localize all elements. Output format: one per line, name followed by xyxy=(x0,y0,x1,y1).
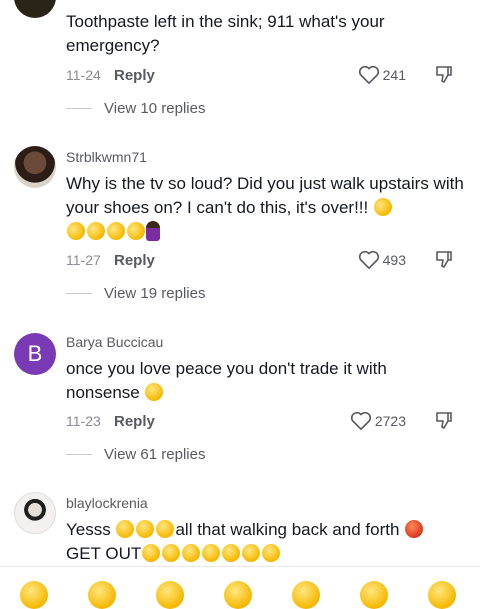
reply-button[interactable]: Reply xyxy=(114,252,155,269)
tears-of-joy-emoji-icon xyxy=(242,544,261,562)
comment-meta: 11-24 Reply 241 xyxy=(66,65,460,85)
avatar[interactable]: B xyxy=(14,333,56,375)
view-replies-label: View 10 replies xyxy=(104,100,206,117)
tears-of-joy-emoji-icon xyxy=(202,544,221,562)
dislike-button[interactable] xyxy=(434,249,454,272)
comment-date: 11-24 xyxy=(66,67,101,83)
rolling-laughing-emoji-icon xyxy=(104,219,128,243)
rolling-laughing-emoji-icon xyxy=(64,219,88,243)
tears-of-joy-emoji-icon xyxy=(156,520,175,538)
comment-text: Toothpaste left in the sink; 911 what's … xyxy=(66,12,385,55)
comment-date: 11-23 xyxy=(66,413,101,429)
comment-text-part: GET OUT xyxy=(66,544,142,563)
tears-of-joy-emoji-icon xyxy=(162,544,181,562)
avatar[interactable] xyxy=(14,146,56,188)
heart-outline-icon xyxy=(358,250,379,269)
reply-button[interactable]: Reply xyxy=(114,413,155,430)
comment-text-part: all that walking back and forth xyxy=(175,520,400,539)
avatar[interactable] xyxy=(14,492,56,534)
like-count: 2723 xyxy=(374,413,406,429)
comment-text-body: Why is the tv so loud? Did you just walk… xyxy=(66,174,464,217)
comment-text: Why is the tv so loud? Did you just walk… xyxy=(64,172,466,244)
rolling-laughing-emoji-icon xyxy=(371,195,395,219)
pleading-emoji-icon[interactable] xyxy=(428,581,456,609)
avatar-letter: B xyxy=(27,341,43,366)
person-shrugging-emoji-icon xyxy=(146,221,160,241)
view-replies-button[interactable]: View 10 replies xyxy=(66,100,205,117)
flushed-emoji-icon[interactable] xyxy=(224,581,252,609)
tears-of-joy-emoji-icon[interactable] xyxy=(156,581,184,609)
like-button[interactable]: 493 xyxy=(358,250,406,270)
tears-of-joy-emoji-icon xyxy=(136,520,155,538)
cursing-face-emoji-icon xyxy=(405,520,424,538)
like-button[interactable]: 241 xyxy=(358,65,406,85)
comment-text-part: Yesss xyxy=(66,520,111,539)
comment-username[interactable]: Barya Buccicau xyxy=(66,334,163,350)
comment-text: once you love peace you don't trade it w… xyxy=(66,357,420,405)
comment-username[interactable]: blaylockrenia xyxy=(66,495,148,511)
heart-outline-icon xyxy=(358,65,379,84)
like-count: 493 xyxy=(382,252,406,268)
tears-of-joy-emoji-icon xyxy=(222,544,241,562)
comment-meta: 11-23 Reply 2723 xyxy=(66,411,460,431)
avatar[interactable] xyxy=(14,0,56,18)
divider xyxy=(66,293,92,294)
heart-outline-icon xyxy=(350,411,371,430)
view-replies-button[interactable]: View 19 replies xyxy=(66,285,205,302)
rolling-laughing-emoji-icon xyxy=(124,219,148,243)
comment-date: 11-27 xyxy=(66,252,101,268)
heart-eyes-emoji-icon[interactable] xyxy=(88,581,116,609)
view-replies-label: View 19 replies xyxy=(104,285,206,302)
tears-of-joy-emoji-icon xyxy=(142,544,161,562)
comment-text: Yesss all that walking back and forth GE… xyxy=(66,518,470,566)
tears-of-joy-emoji-icon xyxy=(145,383,164,401)
thumbs-down-icon xyxy=(436,65,452,83)
comment-meta: 11-27 Reply 493 xyxy=(66,250,460,270)
sweat-smile-emoji-icon[interactable] xyxy=(360,581,388,609)
tears-of-joy-emoji-icon xyxy=(262,544,281,562)
like-count: 241 xyxy=(382,67,406,83)
comment-username[interactable]: Strblkwmn71 xyxy=(66,149,147,165)
view-replies-label: View 61 replies xyxy=(104,446,206,463)
reply-button[interactable]: Reply xyxy=(114,67,155,84)
divider xyxy=(66,454,92,455)
grinning-emoji-icon[interactable] xyxy=(20,581,48,609)
divider xyxy=(66,108,92,109)
view-replies-button[interactable]: View 61 replies xyxy=(66,446,205,463)
dislike-button[interactable] xyxy=(434,64,454,87)
comment-text-body: once you love peace you don't trade it w… xyxy=(66,359,387,402)
quick-emoji-bar xyxy=(0,566,480,609)
tears-of-joy-emoji-icon xyxy=(116,520,135,538)
thumbs-down-icon xyxy=(436,411,452,429)
tears-of-joy-emoji-icon xyxy=(182,544,201,562)
rolling-laughing-emoji-icon xyxy=(84,219,108,243)
like-button[interactable]: 2723 xyxy=(350,411,406,431)
smiling-emoji-icon[interactable] xyxy=(292,581,320,609)
thumbs-down-icon xyxy=(436,250,452,268)
dislike-button[interactable] xyxy=(434,410,454,433)
